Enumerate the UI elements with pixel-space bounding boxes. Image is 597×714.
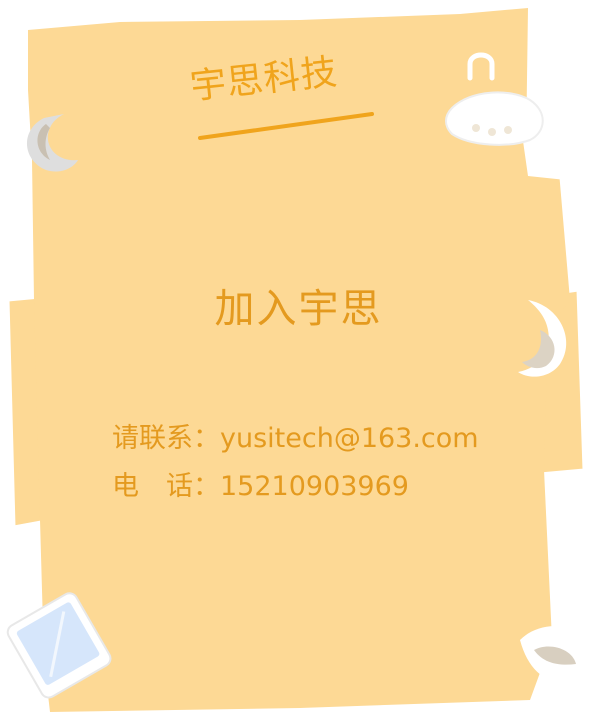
phone-label: 电 话 xyxy=(112,471,193,502)
phone-number[interactable]: 15210903969 xyxy=(220,471,409,502)
page-heading: 加入宇思 xyxy=(214,286,383,332)
phone-row: 电 话：15210903969 xyxy=(112,463,479,511)
email-label: 请联系 xyxy=(112,423,193,454)
background-art xyxy=(6,8,594,712)
contact-info: 请联系：yusitech@163.com 电 话：15210903969 xyxy=(112,415,479,511)
email-link[interactable]: yusitech@163.com xyxy=(220,423,479,454)
email-separator: ： xyxy=(193,423,220,454)
email-row: 请联系：yusitech@163.com xyxy=(112,415,479,463)
phone-separator: ： xyxy=(193,471,220,502)
join-us-card: 宇思科技 加入宇思 请联系：yusitech@163.com 电 话：15210… xyxy=(0,0,597,714)
